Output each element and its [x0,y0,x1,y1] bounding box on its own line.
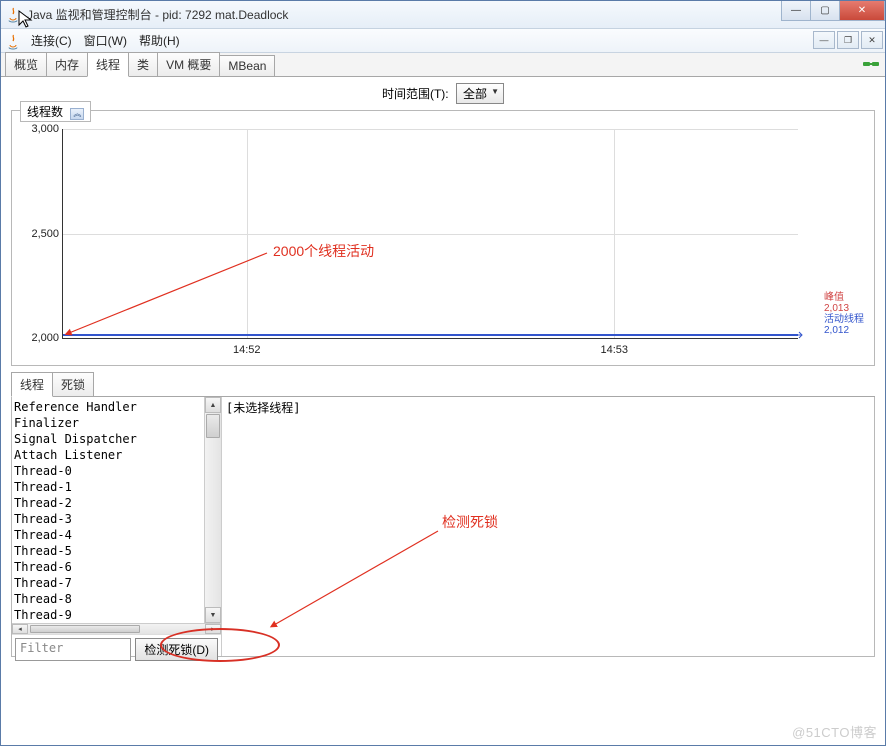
thread-list-body[interactable]: Reference HandlerFinalizerSignal Dispatc… [12,397,204,623]
xtick: 14:53 [600,344,628,356]
chart-legend: 峰值 2,013 活动线程 2,012 [824,292,864,336]
thread-list-item[interactable]: Thread-9 [14,607,204,623]
ytick: 3,000 [21,123,59,135]
thread-list-item[interactable]: Thread-1 [14,479,204,495]
tab-overview[interactable]: 概览 [5,52,47,76]
tab-mbean[interactable]: MBean [219,55,275,76]
thread-list-item[interactable]: Thread-8 [14,591,204,607]
scroll-left-icon[interactable]: ◂ [12,624,28,634]
chart-title: 线程数 ︽ [20,101,91,122]
chart-area[interactable]: 3,000 2,500 2,000 14:52 14:53 峰值 2,013 活… [62,129,798,339]
time-range-select[interactable]: 全部 [456,83,504,104]
thread-list-item[interactable]: Thread-2 [14,495,204,511]
scroll-up-icon[interactable]: ▲ [205,397,221,413]
java-icon [5,7,21,23]
watermark: @51CTO博客 [792,722,877,741]
inner-close-button[interactable]: ✕ [861,31,883,49]
horizontal-scrollbar[interactable]: ◂ ▸ [12,623,221,634]
filter-input[interactable]: Filter [15,638,131,661]
main-tabs: 概览 内存 线程 类 VM 概要 MBean [1,53,885,77]
thread-list-item[interactable]: Finalizer [14,415,204,431]
thread-list-item[interactable]: Thread-4 [14,527,204,543]
menu-connect[interactable]: 连接(C) [25,32,78,49]
thread-list-item[interactable]: Signal Dispatcher [14,431,204,447]
thread-list-item[interactable]: Thread-6 [14,559,204,575]
annotation-chart: 2000个线程活动 [273,241,374,261]
ytick: 2,000 [21,332,59,344]
thread-list-item[interactable]: Thread-3 [14,511,204,527]
scroll-down-icon[interactable]: ▼ [205,607,221,623]
chart-endpoint-icon [792,330,804,340]
thread-detail: [未选择线程] [222,397,874,656]
lower-tab-deadlock[interactable]: 死锁 [52,372,94,396]
annotation-detect: 检测死锁 [442,512,498,532]
thread-list-item[interactable]: Attach Listener [14,447,204,463]
thread-list-item[interactable]: Thread-0 [14,463,204,479]
chart-panel: 线程数 ︽ 3,000 2,500 2,000 14:52 14:53 [11,110,875,366]
menu-window[interactable]: 窗口(W) [78,32,133,49]
inner-restore-button[interactable]: ❐ [837,31,859,49]
scroll-right-icon[interactable]: ▸ [205,624,221,634]
menu-help[interactable]: 帮助(H) [133,32,186,49]
scroll-thumb[interactable] [206,414,220,438]
tab-vmsummary[interactable]: VM 概要 [157,52,220,76]
tab-classes[interactable]: 类 [128,52,158,76]
menu-bar: 连接(C) 窗口(W) 帮助(H) — ❐ ✕ [1,29,885,53]
maximize-button[interactable]: ▢ [810,1,840,21]
time-range-label: 时间范围(T): [382,87,449,101]
lower-panel: Reference HandlerFinalizerSignal Dispatc… [11,397,875,657]
xtick: 14:52 [233,344,261,356]
thread-list-item[interactable]: Thread-5 [14,543,204,559]
lower-tabs: 线程 死锁 [11,372,875,397]
collapse-icon[interactable]: ︽ [70,108,84,120]
tab-memory[interactable]: 内存 [46,52,88,76]
minimize-button[interactable]: — [781,1,811,21]
window-title: Java 监视和管理控制台 - pid: 7292 mat.Deadlock [27,6,288,23]
thread-list-item[interactable]: Reference Handler [14,399,204,415]
thread-list: Reference HandlerFinalizerSignal Dispatc… [12,397,222,656]
connection-status-icon [863,57,879,71]
hscroll-thumb[interactable] [30,625,140,633]
outer-titlebar: Java 监视和管理控制台 - pid: 7292 mat.Deadlock —… [1,1,885,29]
lower-tab-threads[interactable]: 线程 [11,372,53,397]
java-icon [5,34,19,48]
detect-deadlock-button[interactable]: 检测死锁(D) [135,638,218,661]
chart-series-live [63,334,798,336]
thread-list-item[interactable]: Thread-7 [14,575,204,591]
inner-minimize-button[interactable]: — [813,31,835,49]
tab-threads[interactable]: 线程 [87,52,129,77]
ytick: 2,500 [21,228,59,240]
close-button[interactable]: ✕ [839,1,885,21]
vertical-scrollbar[interactable]: ▲ ▼ [204,397,221,623]
